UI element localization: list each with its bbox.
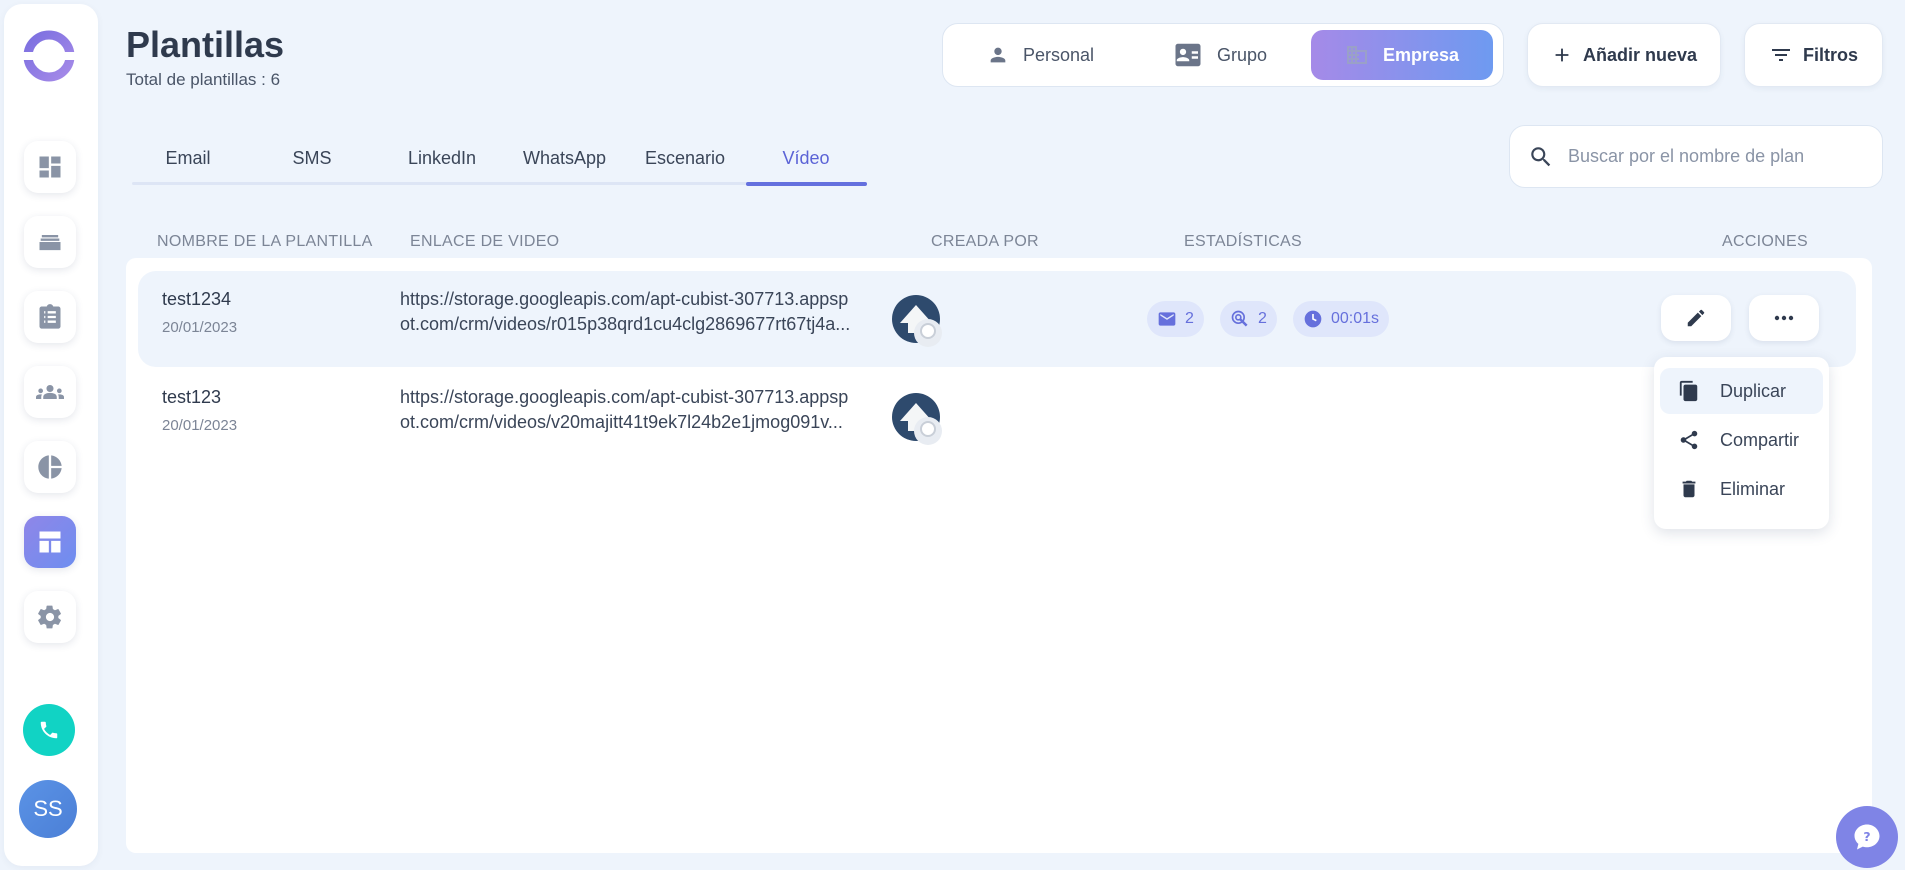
trash-icon [1682,480,1696,498]
scope-label: Personal [1023,44,1095,65]
logo[interactable] [23,30,75,82]
user-avatar[interactable]: SS [19,780,77,838]
search-icon [1531,146,1551,166]
add-template-label: Añadir nueva [1582,44,1698,65]
tab-whatsapp[interactable]: WhatsApp [517,148,612,169]
video-link-line: https://storage.googleapis.com/apt-cubis… [400,289,849,309]
more-horizontal-icon [1774,315,1794,321]
template-icon [39,531,61,553]
page-title: Plantillas [126,24,285,65]
help-chat-icon: ? [1854,824,1880,850]
scope-label: Grupo [1217,44,1268,65]
clipboard-icon [39,304,61,329]
clock-icon [1304,310,1322,328]
layers-icon [39,235,61,251]
add-template-button[interactable]: Añadir nueva [1527,23,1721,87]
template-name: test1234 [162,289,232,309]
sidebar-item-contacts[interactable] [24,366,76,418]
video-link[interactable]: https://storage.googleapis.com/apt-cubis… [400,287,870,337]
menu-item-label: Compartir [1720,429,1800,450]
video-link-line: ot.com/crm/videos/r015p38qrd1cu4clg28696… [400,314,851,334]
stat-time: 00:01s [1293,301,1390,337]
filter-icon [1771,49,1790,61]
pie-chart-icon [38,455,62,479]
creator-avatar [892,393,942,445]
plus-icon [1555,48,1569,62]
template-count: Total de plantillas : 6 [126,70,281,89]
scope-group[interactable]: Grupo [1173,30,1267,80]
building-icon [1346,46,1367,64]
click-icon [1231,310,1248,327]
search-box [1509,125,1883,188]
creator-avatar [892,295,942,347]
scope-company[interactable]: Empresa [1311,30,1493,80]
sidebar-item-dashboard[interactable] [24,141,76,193]
tab-sms[interactable]: SMS [292,148,332,169]
copy-icon [1679,380,1698,402]
template-date: 20/01/2023 [162,319,238,336]
templates-table: test1234 20/01/2023 https://storage.goog… [126,258,1872,853]
sidebar: SS [4,4,98,866]
filters-label: Filtros [1802,44,1858,65]
menu-item-duplicate[interactable]: Duplicar [1660,368,1823,414]
column-header-name: NOMBRE DE LA PLANTILLA [157,233,373,250]
phone-icon [40,721,58,739]
template-date: 20/01/2023 [162,417,238,434]
pencil-icon [1687,309,1705,327]
channel-tabs: Email SMS LinkedIn WhatsApp Escenario Ví… [132,138,867,188]
tab-video[interactable]: Vídeo [766,148,846,169]
sidebar-item-settings[interactable] [24,591,76,643]
edit-button[interactable] [1661,295,1731,341]
scope-personal[interactable]: Personal [987,30,1094,80]
stat-value: 00:01s [1331,310,1380,327]
sidebar-item-templates[interactable] [24,516,76,568]
filters-button[interactable]: Filtros [1744,23,1883,87]
stat-emails: 2 [1147,301,1204,337]
phone-button[interactable] [23,704,75,756]
actions-dropdown: Duplicar Compartir Eliminar [1654,357,1829,529]
share-icon [1680,430,1698,450]
video-link[interactable]: https://storage.googleapis.com/apt-cubis… [400,385,870,435]
mail-icon [1158,312,1176,326]
logo-icon [23,30,75,82]
sidebar-item-reports[interactable] [24,441,76,493]
help-button[interactable]: ? [1836,806,1898,868]
sidebar-item-campaigns[interactable] [24,216,76,268]
column-header-actions: ACCIONES [1722,233,1808,250]
video-link-line: https://storage.googleapis.com/apt-cubis… [400,387,849,407]
stat-clicks: 2 [1220,301,1277,337]
table-row[interactable]: test123 20/01/2023 https://storage.googl… [138,369,1856,465]
menu-item-label: Eliminar [1720,478,1786,499]
sidebar-item-tasks[interactable] [24,291,76,343]
table-row[interactable]: test1234 20/01/2023 https://storage.goog… [138,271,1856,367]
scope-toggle: Personal Grupo Empresa [942,23,1504,87]
scope-label: Empresa [1382,44,1460,65]
menu-item-delete[interactable]: Eliminar [1660,466,1823,512]
more-actions-button[interactable] [1749,295,1819,341]
column-header-stats: ESTADÍSTICAS [1184,233,1302,250]
tab-email[interactable]: Email [158,148,218,169]
gear-icon [38,605,61,629]
search-input[interactable] [1568,146,1858,167]
template-name: test123 [162,387,222,407]
svg-text:?: ? [1863,829,1870,844]
dashboard-icon [39,156,61,178]
person-icon [990,47,1006,63]
column-header-link: ENLACE DE VIDEO [410,233,560,250]
column-header-creator: CREADA POR [931,233,1039,250]
stat-value: 2 [1258,310,1267,327]
tab-scenario[interactable]: Escenario [640,148,730,169]
tab-linkedin[interactable]: LinkedIn [402,148,482,169]
menu-item-share[interactable]: Compartir [1660,417,1823,463]
video-link-line: ot.com/crm/videos/v20majitt41t9ek7l24b2e… [400,412,843,432]
menu-item-label: Duplicar [1720,380,1787,401]
contact-card-icon [1175,43,1201,67]
stat-value: 2 [1185,310,1194,327]
group-icon [36,385,64,399]
active-tab-indicator [746,182,867,186]
